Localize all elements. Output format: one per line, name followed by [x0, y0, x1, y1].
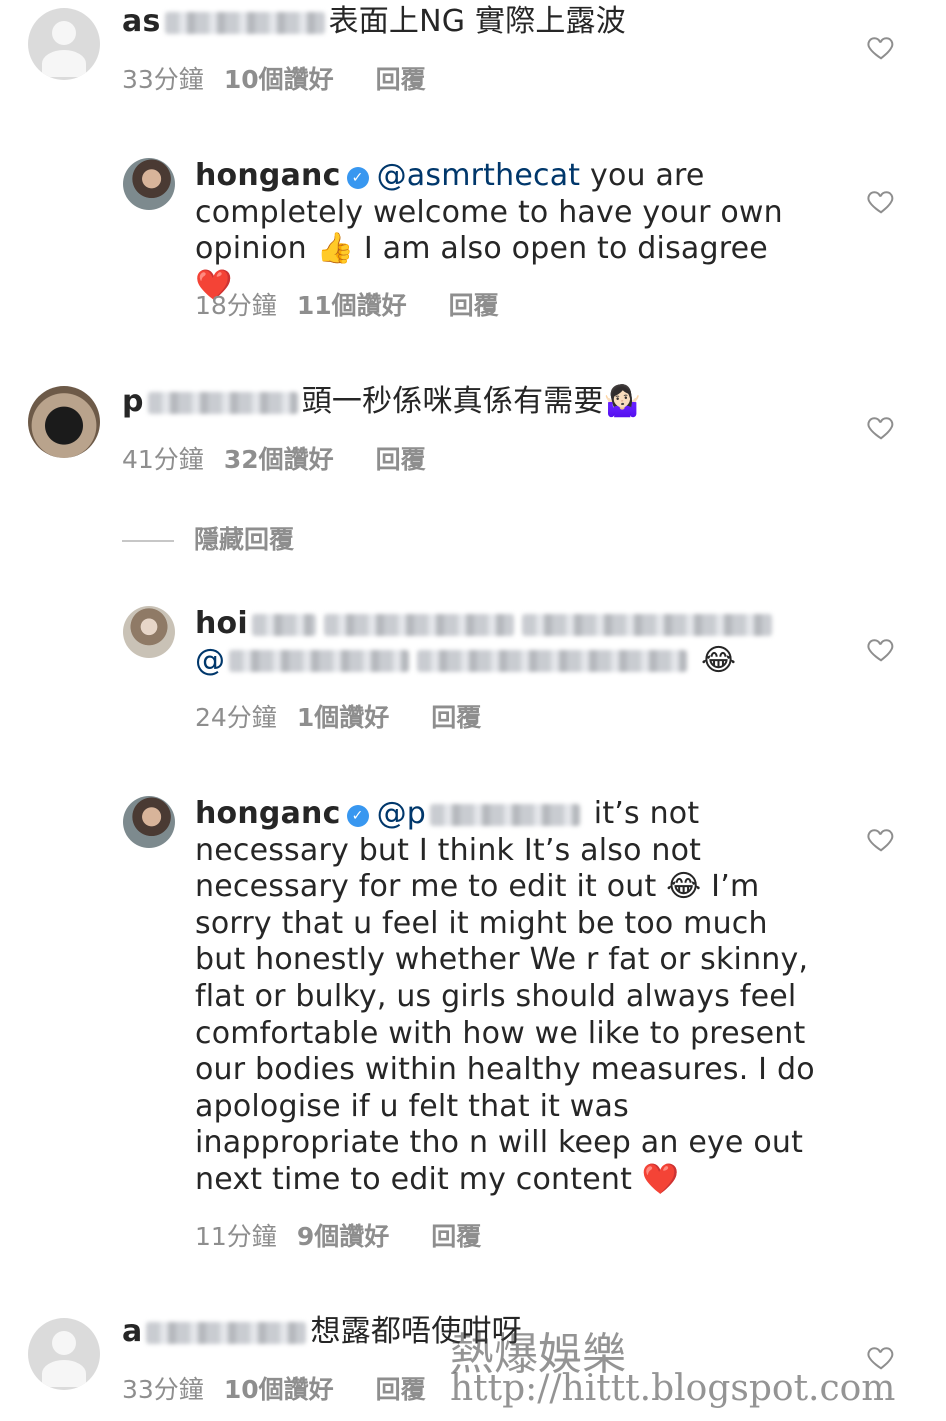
timestamp: 11分鐘 [195, 1222, 277, 1251]
username[interactable]: p [122, 384, 144, 419]
comment-text: p 頭一秒係咪真係有需要🤷🏻‍♀️ [122, 384, 822, 421]
timestamp: 24分鐘 [195, 703, 277, 732]
comment-body: 表面上NG 實際上露波 [328, 4, 626, 39]
timestamp: 33分鐘 [122, 65, 204, 94]
comment-text: hoi @ 😂 [195, 606, 815, 679]
blurred-username [147, 391, 298, 414]
like-heart-icon[interactable] [866, 824, 896, 854]
mention-link[interactable]: @p [377, 796, 426, 831]
blurred-username [146, 1321, 307, 1344]
blurred-mention [229, 650, 410, 673]
blurred-username [251, 613, 316, 636]
mention-link[interactable]: @ [195, 643, 225, 678]
reply-button[interactable]: 回覆 [376, 445, 426, 474]
timestamp: 41分鐘 [122, 445, 204, 474]
comment-meta: 41分鐘 32個讚好 回覆 [122, 440, 446, 476]
avatar[interactable] [28, 8, 100, 80]
avatar[interactable] [28, 386, 100, 458]
laughing-emoji-icon: 😂 [700, 642, 737, 678]
comment-meta: 33分鐘 10個讚好 回覆 [122, 60, 446, 96]
comment-body-line1: it’s not [593, 796, 700, 831]
reply-button[interactable]: 回覆 [431, 703, 481, 732]
username[interactable]: honganc [195, 158, 341, 193]
username[interactable]: honganc [195, 796, 341, 831]
username[interactable]: a [122, 1314, 142, 1349]
comment-text: as 表面上NG 實際上露波 [122, 4, 822, 41]
avatar[interactable] [123, 796, 175, 848]
blurred-mention [323, 613, 514, 636]
likes-count[interactable]: 1個讚好 [297, 703, 389, 732]
comment-text: a 想露都唔使咁呀 [122, 1314, 822, 1351]
like-heart-icon[interactable] [866, 412, 896, 442]
reply-button[interactable]: 回覆 [431, 1222, 481, 1251]
hide-replies-button[interactable]: 隱藏回覆 [122, 520, 294, 556]
avatar[interactable] [123, 158, 175, 210]
verified-badge-icon: ✓ [346, 167, 369, 189]
blurred-username [164, 11, 325, 34]
comment-meta: 18分鐘 11個讚好 回覆 [195, 286, 519, 322]
blurred-mention [430, 803, 581, 826]
reply-button[interactable]: 回覆 [449, 291, 499, 320]
timestamp: 18分鐘 [195, 291, 277, 320]
likes-count[interactable]: 10個讚好 [224, 1375, 334, 1404]
username[interactable]: hoi [195, 606, 248, 641]
comment-text: honganc ✓ @p it’s not necessary but I thin… [195, 796, 820, 1199]
mention-link[interactable]: @asmrthecat [377, 158, 581, 193]
comment-body: 想露都唔使咁呀 [310, 1314, 522, 1349]
username[interactable]: as [122, 4, 161, 39]
like-heart-icon[interactable] [866, 32, 896, 62]
like-heart-icon[interactable] [866, 1342, 896, 1372]
comment-body: necessary but I think It’s also not nece… [195, 832, 815, 1197]
comment-meta: 11分鐘 9個讚好 回覆 [195, 1217, 501, 1253]
avatar[interactable] [123, 606, 175, 658]
likes-count[interactable]: 10個讚好 [224, 65, 334, 94]
comment-meta: 24分鐘 1個讚好 回覆 [195, 698, 501, 734]
avatar[interactable] [28, 1318, 100, 1390]
comment-meta: 33分鐘 10個讚好 回覆 [122, 1370, 446, 1406]
verified-badge-icon: ✓ [346, 805, 369, 827]
likes-count[interactable]: 9個讚好 [297, 1222, 389, 1251]
timestamp: 33分鐘 [122, 1375, 204, 1404]
like-heart-icon[interactable] [866, 634, 896, 664]
watermark-url: http://hittt.blogspot.com [450, 1368, 896, 1409]
divider-line [122, 540, 174, 542]
like-heart-icon[interactable] [866, 186, 896, 216]
blurred-mention [521, 613, 772, 636]
comment-body: 頭一秒係咪真係有需要🤷🏻‍♀️ [301, 384, 642, 419]
reply-button[interactable]: 回覆 [376, 65, 426, 94]
comment-text: honganc ✓ @asmrthecat you are completely w… [195, 158, 815, 304]
likes-count[interactable]: 11個讚好 [297, 291, 407, 320]
likes-count[interactable]: 32個讚好 [224, 445, 334, 474]
hide-replies-label: 隱藏回覆 [194, 525, 295, 554]
blurred-text [417, 650, 688, 673]
reply-button[interactable]: 回覆 [376, 1375, 426, 1404]
